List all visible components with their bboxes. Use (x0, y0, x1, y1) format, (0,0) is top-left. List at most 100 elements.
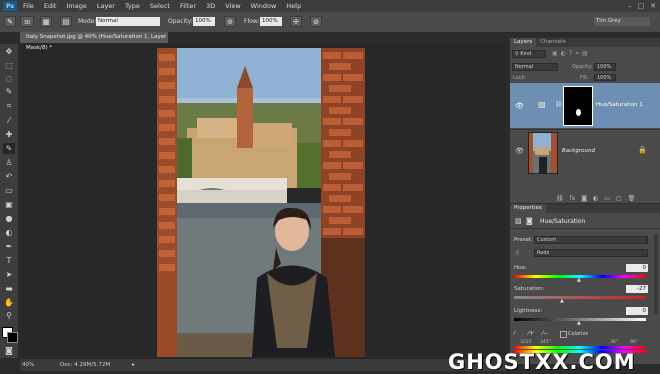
lightness-field[interactable]: 0 (626, 307, 648, 315)
menu-filter[interactable]: Filter (180, 2, 196, 10)
folder-icon[interactable]: ▭ (604, 195, 610, 202)
mask-icon[interactable]: ◙ (526, 217, 533, 225)
pen-tool-icon[interactable]: ✒ (3, 241, 15, 252)
menu-file[interactable]: File (23, 2, 34, 10)
add-mask-icon[interactable]: ◙ (581, 195, 587, 202)
flow-field[interactable]: 100% (260, 17, 282, 26)
brush-tool-icon[interactable]: ✎ (4, 16, 16, 27)
brush-panel-icon[interactable]: ▦ (40, 16, 52, 27)
crop-tool-icon[interactable]: ⌗ (3, 100, 15, 111)
zoom-tool-icon[interactable]: ⚲ (3, 310, 15, 321)
minimize-icon[interactable]: – (628, 2, 632, 10)
shape-tool-icon[interactable]: ▬ (3, 283, 15, 294)
brush-tool-icon[interactable]: ✎ (3, 143, 15, 154)
eyedropper-icon[interactable]: ⁄ (514, 330, 515, 337)
menu-view[interactable]: View (225, 2, 240, 10)
lock-icon: 🔒 (638, 146, 647, 154)
pressure-opacity-icon[interactable]: ⊘ (224, 16, 236, 27)
path-select-tool-icon[interactable]: ➤ (3, 269, 15, 280)
menu-3d[interactable]: 3D (206, 2, 215, 10)
brush-preset-picker[interactable]: 30 (20, 16, 34, 27)
fill-label: Fill: (580, 75, 589, 81)
saturation-slider-handle[interactable]: ▲ (560, 298, 564, 304)
eye-icon[interactable]: 👁 (515, 147, 524, 155)
healing-tool-icon[interactable]: ✚ (3, 129, 15, 140)
workspace-select[interactable]: Tim Grey (594, 17, 650, 26)
window-controls: – □ ✕ (628, 0, 656, 12)
history-brush-icon[interactable]: ↶ (3, 171, 15, 182)
eye-icon[interactable]: 👁 (515, 102, 524, 110)
saturation-field[interactable]: -27 (626, 285, 648, 293)
hue-slider-handle[interactable]: ▲ (577, 277, 581, 283)
menu-window[interactable]: Window (251, 2, 277, 10)
eyedropper-plus-icon[interactable]: ⁄+ (528, 330, 534, 337)
hue-field[interactable]: 0 (626, 264, 648, 272)
filter-kind-select[interactable]: ⚲ Kind (512, 50, 546, 58)
layer-name[interactable]: Background (562, 148, 595, 154)
fx-icon[interactable]: fx (570, 195, 576, 202)
trash-icon[interactable]: 🗑 (628, 195, 636, 202)
options-bar: ✎ 30 ▦ ▤ Mode: Normal Opacity: 100% ⊘ Fl… (0, 12, 660, 33)
layer-opacity-field[interactable]: 100% (594, 63, 616, 71)
toolbox: ✥ ⬚ ◌ ✎ ⌗ ⁄ ✚ ✎ ♙ ↶ ▭ ▣ ● ◐ ✒ T ➤ ▬ ✋ ⚲ … (0, 44, 19, 358)
quick-mask-icon[interactable]: ◙ (3, 345, 15, 356)
saturation-slider[interactable] (514, 296, 646, 299)
tab-properties[interactable]: Properties (510, 204, 546, 213)
layer-row[interactable]: 👁 ▨ ⛓ Hue/Saturation 1 (510, 83, 660, 128)
new-layer-icon[interactable]: ▢ (616, 195, 622, 202)
menu-type[interactable]: Type (125, 2, 140, 10)
document-image[interactable] (157, 48, 365, 357)
tab-channels[interactable]: Channels (536, 38, 569, 47)
zoom-level[interactable]: 40% (22, 359, 34, 371)
layer-row[interactable]: 👁 Background 🔒 (510, 129, 660, 175)
maximize-icon[interactable]: □ (638, 2, 645, 10)
properties-scrollbar[interactable] (654, 234, 658, 314)
layer-filter-icons[interactable]: ▣◐T⌗▤ (552, 50, 591, 58)
layer-mask-thumbnail[interactable] (563, 86, 593, 126)
move-tool-icon[interactable]: ✥ (3, 46, 15, 57)
lightness-slider-handle[interactable]: ▲ (577, 320, 581, 326)
colorize-checkbox[interactable] (560, 331, 567, 338)
gradient-tool-icon[interactable]: ▣ (3, 199, 15, 210)
tab-layers[interactable]: Layers (510, 38, 537, 47)
close-icon[interactable]: ✕ (650, 2, 656, 10)
airbrush-icon[interactable]: ✢ (290, 16, 302, 27)
lasso-tool-icon[interactable]: ◌ (3, 73, 15, 84)
blur-tool-icon[interactable]: ● (3, 213, 15, 224)
mode-label: Mode: (78, 18, 97, 25)
channel-select[interactable]: Reds (534, 249, 648, 257)
type-tool-icon[interactable]: T (3, 255, 15, 266)
status-menu-arrow-icon[interactable]: ▸ (132, 359, 135, 371)
pressure-size-icon[interactable]: ⊘ (310, 16, 322, 27)
hand-adjust-icon[interactable]: ☝ (515, 249, 519, 257)
mode-select[interactable]: Normal (96, 17, 160, 26)
kind-label: Kind (520, 51, 532, 57)
eraser-tool-icon[interactable]: ▭ (3, 185, 15, 196)
preset-select[interactable]: Custom (534, 236, 648, 244)
dodge-tool-icon[interactable]: ◐ (3, 227, 15, 238)
stamp-tool-icon[interactable]: ♙ (3, 157, 15, 168)
link-icon[interactable]: ⛓ (555, 101, 563, 108)
menu-image[interactable]: Image (66, 2, 86, 10)
document-tab[interactable]: Italy Snapshot.jpg @ 40% (Hue/Saturation… (20, 32, 168, 51)
color-range-bar[interactable] (514, 346, 646, 349)
fill-field[interactable]: 100% (594, 74, 616, 81)
menu-layer[interactable]: Layer (97, 2, 115, 10)
opacity-field[interactable]: 100% (193, 17, 215, 26)
layer-name[interactable]: Hue/Saturation 1 (596, 102, 643, 108)
marquee-tool-icon[interactable]: ⬚ (3, 60, 15, 71)
eyedropper-tool-icon[interactable]: ⁄ (3, 115, 15, 126)
link-layers-icon[interactable]: ⛓ (556, 195, 564, 202)
background-color-swatch[interactable] (7, 332, 18, 343)
blend-mode-select[interactable]: Normal (512, 63, 558, 71)
menu-select[interactable]: Select (150, 2, 170, 10)
quick-select-tool-icon[interactable]: ✎ (3, 86, 15, 97)
adjustment-icon[interactable]: ◐ (593, 195, 598, 202)
layer-thumbnail[interactable] (528, 132, 558, 174)
eyedropper-minus-icon[interactable]: ⁄− (542, 330, 548, 337)
hand-tool-icon[interactable]: ✋ (3, 297, 15, 308)
menu-help[interactable]: Help (286, 2, 301, 10)
toggle-panel-icon[interactable]: ▤ (60, 16, 72, 27)
saturation-label: Saturation: (514, 286, 545, 292)
menu-edit[interactable]: Edit (44, 2, 57, 10)
